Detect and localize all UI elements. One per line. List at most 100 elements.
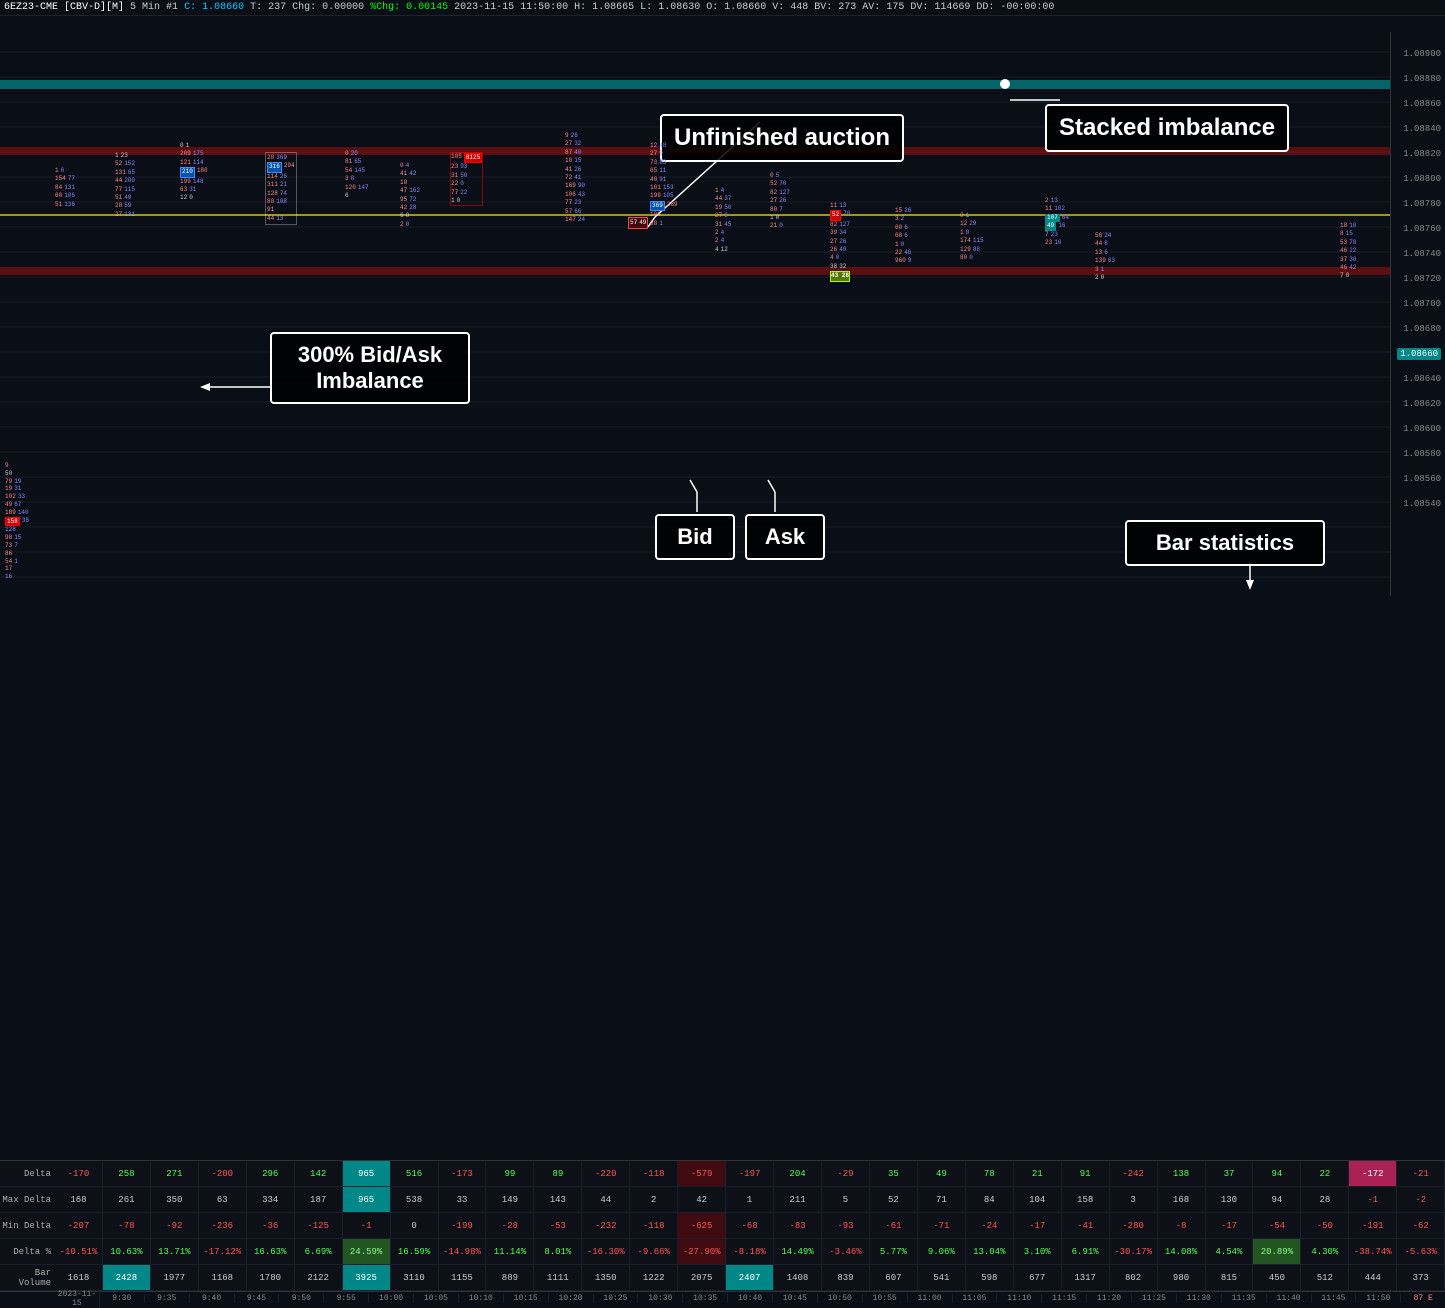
mindelta-label: Min Delta — [0, 1221, 55, 1231]
maxdelta-cell-6: 965 — [343, 1187, 391, 1212]
maxdelta-cell-2: 350 — [151, 1187, 199, 1212]
time-label-27: 11:40 — [1267, 1294, 1312, 1303]
deltapct-cell-25: 20.89% — [1253, 1239, 1301, 1264]
barvolume-label: Bar Volume — [0, 1268, 55, 1288]
deltapct-cell-10: 8.01% — [534, 1239, 582, 1264]
barvolume-cell-9: 889 — [486, 1265, 534, 1290]
maxdelta-cell-20: 104 — [1014, 1187, 1062, 1212]
barvolume-cell-26: 512 — [1301, 1265, 1349, 1290]
barvolume-cell-24: 815 — [1206, 1265, 1254, 1290]
deltapct-cell-7: 16.59% — [391, 1239, 439, 1264]
delta-cell-12: -118 — [630, 1161, 678, 1186]
maxdelta-cell-12: 2 — [630, 1187, 678, 1212]
barvolume-cell-15: 1408 — [774, 1265, 822, 1290]
time-label-25: 11:30 — [1177, 1294, 1222, 1303]
maxdelta-row: Max Delta 168 261 350 63 334 187 965 538… — [0, 1187, 1445, 1213]
chart-area: 950 7919 1931 10233 4967 189140 15838 12… — [0, 32, 1445, 596]
maxdelta-cell-17: 52 — [870, 1187, 918, 1212]
barvolume-cell-28: 373 — [1397, 1265, 1445, 1290]
maxdelta-cell-25: 94 — [1253, 1187, 1301, 1212]
mindelta-cell-1: -78 — [103, 1213, 151, 1238]
mindelta-cell-27: -191 — [1349, 1213, 1397, 1238]
mindelta-cell-7: 0 — [391, 1213, 439, 1238]
fp-col-imbalance: 5749 — [628, 217, 648, 229]
delta-cell-25: 94 — [1253, 1161, 1301, 1186]
time-label-12: 10:25 — [594, 1294, 639, 1303]
fp-col-9: 926 2732 8740 1015 4126 7241 16990 10643… — [565, 132, 585, 224]
deltapct-cell-20: 3.10% — [1014, 1239, 1062, 1264]
mindelta-row: Min Delta -207 -78 -92 -236 -36 -125 -1 … — [0, 1213, 1445, 1239]
maxdelta-cell-24: 130 — [1206, 1187, 1254, 1212]
unfinished-auction-annotation: Unfinished auction — [660, 114, 904, 162]
top-bar: 6EZ23-CME [CBV-D][M] 5 Min #1 C: 1.08660… — [0, 0, 1445, 16]
fp-col-13: 1113 5270 82127 3934 2726 2640 40 3832 4… — [830, 202, 850, 282]
time-label-11: 10:20 — [549, 1294, 594, 1303]
maxdelta-cell-16: 5 — [822, 1187, 870, 1212]
dv-val: 114669 — [934, 2, 970, 13]
deltapct-cell-19: 13.04% — [966, 1239, 1014, 1264]
deltapct-cell-22: -30.17% — [1110, 1239, 1158, 1264]
delta-cell-24: 37 — [1206, 1161, 1254, 1186]
delta-cell-8: -173 — [439, 1161, 487, 1186]
price-1.08540: 1.08540 — [1403, 499, 1441, 509]
time-label-13: 10:30 — [638, 1294, 683, 1303]
maxdelta-cell-15: 211 — [774, 1187, 822, 1212]
delta-cell-9: 99 — [486, 1161, 534, 1186]
deltapct-cell-27: -38.74% — [1349, 1239, 1397, 1264]
bar-num-label: #1 — [166, 2, 178, 13]
fp-col-3: 123 52152 13165 44200 77115 5140 2859 27… — [115, 152, 135, 219]
time-label-14: 10:35 — [683, 1294, 728, 1303]
delta-cell-4: 296 — [247, 1161, 295, 1186]
mindelta-cell-20: -17 — [1014, 1213, 1062, 1238]
bid-ask-imbalance-annotation: 300% Bid/AskImbalance — [270, 332, 470, 404]
mindelta-cell-4: -36 — [247, 1213, 295, 1238]
fp-col-16: 213 11102 10764 4916 723 2310 — [1045, 197, 1069, 247]
time-label-24: 11:25 — [1132, 1294, 1177, 1303]
time-label-20: 11:05 — [953, 1294, 998, 1303]
barvolume-cell-14: 2407 — [726, 1265, 774, 1290]
mindelta-cell-13: -625 — [678, 1213, 726, 1238]
barvolume-cell-0: 1618 — [55, 1265, 103, 1290]
deltapct-cell-14: -8.18% — [726, 1239, 774, 1264]
delta-cell-15: 204 — [774, 1161, 822, 1186]
delta-cell-11: -220 — [582, 1161, 630, 1186]
time-label-22: 11:15 — [1042, 1294, 1087, 1303]
fp-col-12: 05 5270 82127 2726 807 10 210 — [770, 172, 790, 231]
time-label-17: 10:50 — [818, 1294, 863, 1303]
time-label-9: 10:10 — [459, 1294, 504, 1303]
time-label-29: 11:50 — [1356, 1294, 1401, 1303]
ask-annotation: Ask — [745, 514, 825, 560]
footprint-chart: 950 7919 1931 10233 4967 189140 15838 12… — [0, 32, 1390, 596]
delta-cell-20: 21 — [1014, 1161, 1062, 1186]
deltapct-cell-13: -27.90% — [678, 1239, 726, 1264]
mindelta-cell-0: -207 — [55, 1213, 103, 1238]
deltapct-cell-9: 11.14% — [486, 1239, 534, 1264]
delta-cell-1: 258 — [103, 1161, 151, 1186]
mindelta-cell-8: -199 — [439, 1213, 487, 1238]
price-1.08640: 1.08640 — [1403, 374, 1441, 384]
deltapct-cell-16: -3.46% — [822, 1239, 870, 1264]
time-label-5: 9:50 — [279, 1294, 324, 1303]
time-label-4: 9:45 — [235, 1294, 280, 1303]
pct-change-label: %Chg: 0.00145 — [370, 2, 448, 13]
mindelta-cell-12: -118 — [630, 1213, 678, 1238]
deltapct-cell-18: 9.06% — [918, 1239, 966, 1264]
barvolume-cell-27: 444 — [1349, 1265, 1397, 1290]
delta-cell-21: 91 — [1062, 1161, 1110, 1186]
time-label-1: 9:30 — [100, 1294, 145, 1303]
change-label: Chg: 0.00000 — [292, 2, 364, 13]
delta-cell-14: -197 — [726, 1161, 774, 1186]
mindelta-cell-5: -125 — [295, 1213, 343, 1238]
mindelta-cell-26: -50 — [1301, 1213, 1349, 1238]
mindelta-cell-6: -1 — [343, 1213, 391, 1238]
time-label-3: 9:40 — [190, 1294, 235, 1303]
delta-cell-28: -21 — [1397, 1161, 1445, 1186]
time-label-15: 10:40 — [728, 1294, 773, 1303]
time-label-16: 10:45 — [773, 1294, 818, 1303]
low-label-txt: L: — [640, 2, 652, 13]
fp-col-2: 16 15477 84131 60106 51136 — [55, 167, 75, 209]
barvolume-cell-8: 1155 — [439, 1265, 487, 1290]
mindelta-cell-2: -92 — [151, 1213, 199, 1238]
maxdelta-cell-9: 149 — [486, 1187, 534, 1212]
delta-cell-2: 271 — [151, 1161, 199, 1186]
